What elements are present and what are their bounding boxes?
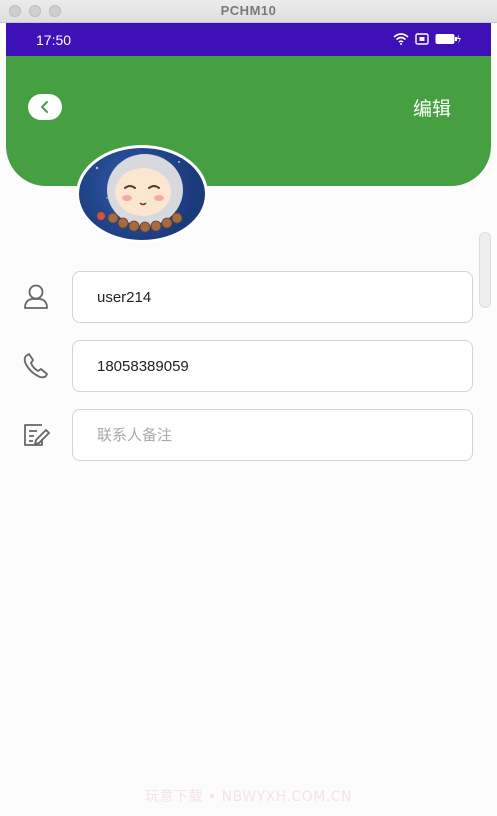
wifi-icon — [393, 33, 409, 45]
avatar[interactable] — [76, 145, 208, 243]
contact-note-field[interactable] — [72, 409, 473, 461]
back-button[interactable] — [28, 94, 62, 120]
status-time: 17:50 — [36, 32, 72, 48]
name-field[interactable] — [72, 271, 473, 323]
profile-header: 编辑 — [6, 56, 491, 186]
watermark: 玩意下载 • NBWYXH.COM.CN — [144, 789, 353, 805]
note-row — [0, 409, 497, 461]
sim-icon — [415, 33, 429, 45]
user-icon — [24, 284, 48, 309]
window-titlebar: PCHM10 — [0, 0, 497, 23]
battery-icon — [435, 34, 461, 44]
back-icon — [41, 101, 48, 113]
avatar-image — [95, 154, 183, 233]
note-edit-icon — [24, 424, 50, 446]
phone-icon — [23, 353, 48, 379]
edit-button[interactable]: 编辑 — [413, 94, 451, 121]
phone-field[interactable] — [72, 340, 473, 392]
window-title: PCHM10 — [220, 3, 277, 18]
phone-row — [0, 340, 497, 392]
name-row — [0, 271, 497, 323]
status-icons — [393, 33, 461, 45]
status-bar: 17:50 — [6, 23, 491, 56]
